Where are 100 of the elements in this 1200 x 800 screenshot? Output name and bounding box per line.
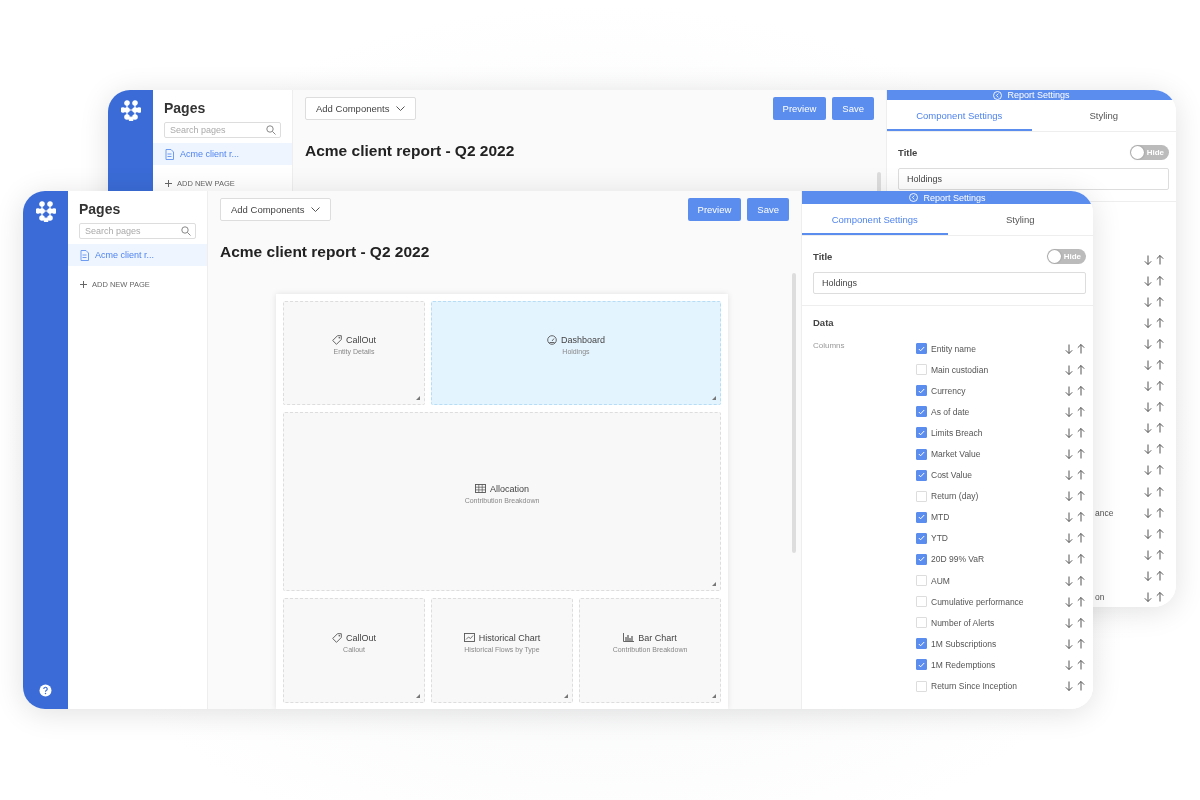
page-item[interactable]: Acme client r... xyxy=(68,244,207,266)
reorder-arrows-icon[interactable] xyxy=(1065,491,1086,502)
reorder-arrows-icon[interactable] xyxy=(1144,444,1165,455)
reorder-arrows-icon[interactable] xyxy=(1144,486,1165,497)
reorder-arrows-icon[interactable] xyxy=(1065,617,1086,628)
search-icon xyxy=(266,125,276,135)
gauge-icon xyxy=(546,335,557,345)
column-label: on xyxy=(1095,592,1105,603)
checkbox[interactable] xyxy=(916,659,927,671)
chevron-down-icon xyxy=(396,105,406,112)
tab[interactable]: Styling xyxy=(1031,100,1176,131)
plus-icon xyxy=(80,281,87,288)
reorder-arrows-icon[interactable] xyxy=(1065,638,1086,649)
reorder-arrows-icon[interactable] xyxy=(1065,659,1086,670)
column-label: Number of Alerts xyxy=(931,617,995,628)
back-icon xyxy=(909,193,919,202)
column-label: Return (day) xyxy=(931,491,979,502)
reorder-arrows-icon[interactable] xyxy=(1065,596,1086,607)
checkbox[interactable] xyxy=(916,427,927,439)
chevron-down-icon xyxy=(311,206,321,213)
column-label: MTD xyxy=(931,512,950,523)
reorder-arrows-icon[interactable] xyxy=(1144,549,1165,560)
checkbox[interactable] xyxy=(916,554,927,565)
tile-title: CallOut xyxy=(346,335,376,345)
checkbox[interactable] xyxy=(916,532,927,544)
column-label: Cumulative performance xyxy=(931,596,1024,607)
reorder-arrows-icon[interactable] xyxy=(1065,533,1086,544)
field-label: Title xyxy=(898,147,918,158)
reorder-arrows-icon[interactable] xyxy=(1144,507,1165,518)
checkmark-icon xyxy=(918,408,925,415)
reorder-arrows-icon[interactable] xyxy=(1144,423,1165,434)
reorder-arrows-icon[interactable] xyxy=(1144,381,1165,392)
reorder-arrows-icon[interactable] xyxy=(1065,427,1086,438)
checkmark-icon xyxy=(918,640,925,647)
checkbox[interactable] xyxy=(916,511,927,523)
checkbox[interactable] xyxy=(916,343,927,355)
tab[interactable]: Component Settings xyxy=(887,100,1032,131)
reorder-arrows-icon[interactable] xyxy=(1144,360,1165,370)
plus-icon xyxy=(165,180,172,187)
search-field[interactable]: Search pages xyxy=(79,223,196,239)
reorder-arrows-icon[interactable] xyxy=(1065,470,1086,481)
tile-title: CallOut xyxy=(346,632,376,643)
reorder-arrows-icon[interactable] xyxy=(1065,575,1086,586)
checkbox[interactable] xyxy=(916,385,927,397)
tag-icon xyxy=(332,335,342,345)
reorder-arrows-icon[interactable] xyxy=(1144,528,1165,539)
reorder-arrows-icon[interactable] xyxy=(1065,343,1086,354)
column-label: 1M Subscriptions xyxy=(931,638,997,649)
tile-title: Historical Chart xyxy=(478,632,541,643)
search-icon xyxy=(181,226,191,236)
column-label: Return Since Inception xyxy=(931,681,1017,692)
reorder-arrows-icon[interactable] xyxy=(1065,554,1086,565)
resize-handle-icon[interactable] xyxy=(416,694,420,698)
reorder-arrows-icon[interactable] xyxy=(1065,681,1086,692)
reorder-arrows-icon[interactable] xyxy=(1144,402,1165,413)
title-input[interactable]: Holdings xyxy=(898,168,1169,190)
column-label: Main custodian xyxy=(931,364,989,375)
tab[interactable]: Styling xyxy=(947,204,1093,235)
section-title: Data xyxy=(813,317,835,328)
checkmark-icon xyxy=(918,429,925,436)
add-components-dropdown[interactable]: Add Components xyxy=(305,97,417,120)
checkmark-icon xyxy=(918,661,925,668)
reorder-arrows-icon[interactable] xyxy=(1065,385,1086,396)
checkbox[interactable] xyxy=(916,406,927,418)
checkmark-icon xyxy=(918,556,925,563)
reorder-arrows-icon[interactable] xyxy=(1144,296,1165,307)
help-icon[interactable] xyxy=(39,684,52,697)
column-label: ance xyxy=(1095,507,1114,518)
reorder-arrows-icon[interactable] xyxy=(1144,275,1165,286)
title-input[interactable]: Holdings xyxy=(813,272,1086,294)
checkbox[interactable] xyxy=(916,448,927,460)
resize-handle-icon[interactable] xyxy=(712,582,716,586)
reorder-arrows-icon[interactable] xyxy=(1144,570,1165,581)
report-title: Acme client report - Q2 2022 xyxy=(304,141,516,160)
reorder-arrows-icon[interactable] xyxy=(1144,338,1165,349)
checkmark-icon xyxy=(918,345,925,352)
reorder-arrows-icon[interactable] xyxy=(1065,364,1086,375)
reorder-arrows-icon[interactable] xyxy=(1144,465,1165,476)
resize-handle-icon[interactable] xyxy=(712,396,716,400)
column-label: YTD xyxy=(931,533,948,544)
reorder-arrows-icon[interactable] xyxy=(1144,317,1165,328)
resize-handle-icon[interactable] xyxy=(416,396,420,400)
reorder-arrows-icon[interactable] xyxy=(1144,254,1165,265)
reorder-arrows-icon[interactable] xyxy=(1065,449,1086,459)
column-label: Entity name xyxy=(931,343,976,354)
reorder-arrows-icon[interactable] xyxy=(1065,406,1086,417)
search-field[interactable]: Search pages xyxy=(164,122,281,138)
add-components-dropdown[interactable]: Add Components xyxy=(220,198,332,221)
resize-handle-icon[interactable] xyxy=(563,694,568,698)
report-title: Acme client report - Q2 2022 xyxy=(219,242,431,261)
reorder-arrows-icon[interactable] xyxy=(1065,512,1086,523)
field-label: Columns xyxy=(813,341,846,352)
tab[interactable]: Component Settings xyxy=(802,204,948,235)
checkbox[interactable] xyxy=(916,469,927,481)
resize-handle-icon[interactable] xyxy=(712,694,716,698)
checkmark-icon xyxy=(918,451,925,457)
reorder-arrows-icon[interactable] xyxy=(1144,592,1165,603)
checkbox[interactable] xyxy=(916,638,927,650)
line-chart-icon xyxy=(463,633,475,642)
page-item[interactable]: Acme client r... xyxy=(153,143,292,165)
